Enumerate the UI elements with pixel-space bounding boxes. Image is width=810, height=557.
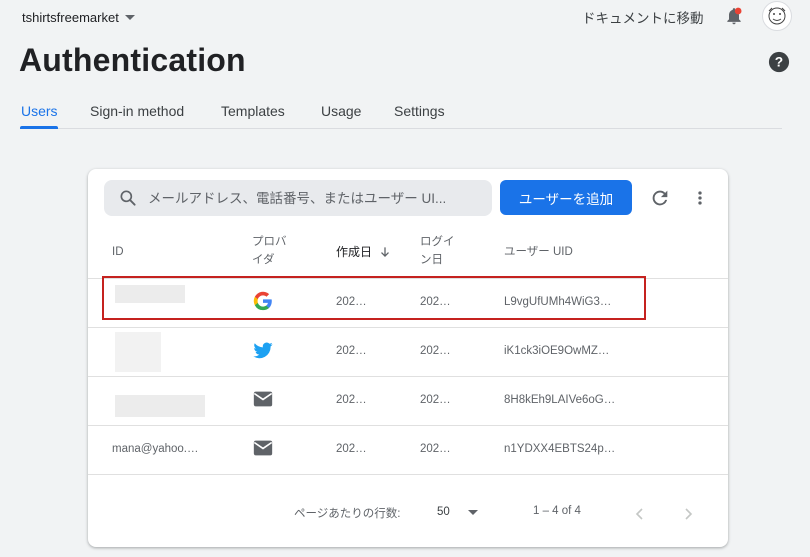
account-avatar[interactable]	[762, 1, 792, 31]
user-uid[interactable]: L9vgUfUMh4WiG3…	[504, 296, 611, 308]
user-uid[interactable]: n1YDXX4EBTS24p…	[504, 443, 615, 455]
tab-usage[interactable]: Usage	[321, 103, 361, 119]
pagination-range: 1 – 4 of 4	[533, 505, 581, 517]
column-header-provider-line1: プロバ	[252, 236, 287, 248]
project-picker[interactable]: tshirtsfreemarket	[22, 8, 135, 26]
last-sign-in-date: 202…	[420, 394, 451, 406]
tab-sign-in-method[interactable]: Sign-in method	[90, 103, 184, 119]
column-header-provider-line2: イダ	[252, 254, 275, 266]
column-header-created-label: 作成日	[336, 245, 373, 259]
page-title: Authentication	[19, 42, 246, 78]
column-header-provider: プロバ イダ	[252, 233, 287, 269]
search-icon	[120, 190, 136, 206]
tab-settings[interactable]: Settings	[394, 103, 445, 119]
rows-per-page-value: 50	[437, 506, 450, 518]
user-email: mana@yahoo.…	[112, 443, 199, 455]
table-row[interactable]: 202… 202… L9vgUfUMh4WiG3…	[88, 278, 728, 327]
tab-templates[interactable]: Templates	[221, 103, 285, 119]
google-icon	[253, 291, 272, 311]
column-header-id: ID	[112, 246, 124, 258]
svg-text:?: ?	[775, 55, 783, 70]
chevron-left-icon[interactable]	[634, 507, 646, 521]
tab-bar: Users Sign-in method Templates Usage Set…	[20, 94, 782, 129]
created-date: 202…	[336, 345, 367, 357]
project-name: tshirtsfreemarket	[22, 9, 119, 25]
pagination-footer: ページあたりの行数: 50 1 – 4 of 4	[88, 474, 728, 547]
table-row[interactable]: 202… 202… iK1ck3iOE9OwMZ…	[88, 327, 728, 376]
table-row[interactable]: 202… 202… 8H8kEh9LAIVe6oG…	[88, 376, 728, 425]
users-card: ユーザーを追加 ID プロバ イダ 作成日 ログイ ン日 ユーザー UID 20…	[88, 169, 728, 547]
column-header-uid: ユーザー UID	[504, 246, 573, 258]
user-uid[interactable]: 8H8kEh9LAIVe6oG…	[504, 394, 615, 406]
avatar-icon	[768, 7, 786, 25]
active-tab-indicator	[20, 126, 58, 129]
created-date: 202…	[336, 443, 367, 455]
rows-per-page-label: ページあたりの行数:	[294, 508, 401, 520]
chevron-down-icon	[124, 14, 135, 20]
chevron-right-icon[interactable]	[682, 507, 694, 521]
search-box[interactable]	[104, 180, 492, 216]
add-user-button[interactable]: ユーザーを追加	[500, 180, 632, 215]
column-header-last-sign-in: ログイ ン日	[420, 233, 455, 269]
rows-per-page-select[interactable]: 50	[437, 502, 485, 522]
table-row[interactable]: mana@yahoo.… 202… 202… n1YDXX4EBTS24p…	[88, 425, 728, 474]
redacted-id	[115, 285, 185, 303]
redacted-id	[115, 332, 161, 372]
twitter-icon	[253, 342, 273, 359]
arrow-down-icon	[381, 247, 389, 257]
column-header-created[interactable]: 作成日	[336, 243, 392, 261]
help-icon[interactable]: ?	[768, 51, 790, 73]
chevron-down-icon	[467, 509, 478, 515]
tab-users[interactable]: Users	[21, 103, 58, 119]
last-sign-in-date: 202…	[420, 443, 451, 455]
search-input[interactable]	[148, 190, 478, 206]
more-vert-icon[interactable]	[690, 187, 710, 209]
created-date: 202…	[336, 296, 367, 308]
email-icon	[253, 391, 273, 407]
last-sign-in-date: 202…	[420, 345, 451, 357]
notification-bell-icon[interactable]	[724, 6, 744, 26]
refresh-icon[interactable]	[649, 187, 671, 209]
user-uid[interactable]: iK1ck3iOE9OwMZ…	[504, 345, 609, 357]
email-icon	[253, 440, 273, 456]
redacted-id	[115, 395, 205, 417]
column-header-login-line2: ン日	[420, 254, 443, 266]
docs-link[interactable]: ドキュメントに移動	[582, 7, 704, 27]
created-date: 202…	[336, 394, 367, 406]
last-sign-in-date: 202…	[420, 296, 451, 308]
column-header-login-line1: ログイ	[420, 236, 455, 248]
